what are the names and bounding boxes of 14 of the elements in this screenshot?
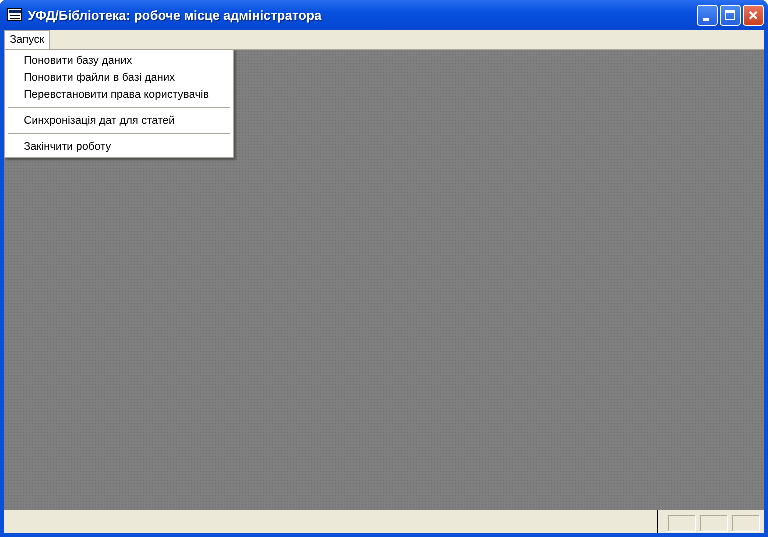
- menu-entry[interactable]: Закінчити роботу: [7, 138, 116, 155]
- close-button[interactable]: [743, 4, 764, 26]
- menu-entry[interactable]: Поновити файли в базі даних: [7, 69, 180, 86]
- menu-entry[interactable]: Поновити базу даних: [7, 52, 136, 69]
- app-icon: [7, 7, 23, 23]
- minimize-button[interactable]: [697, 4, 718, 26]
- maximize-button[interactable]: [720, 4, 741, 26]
- close-icon: [748, 10, 759, 20]
- menu-item[interactable]: Запуск: [4, 30, 50, 49]
- menu-entry[interactable]: Синхронізація дат для статей: [7, 112, 180, 129]
- menu-entry[interactable]: Перевстановити права користувачів: [7, 86, 214, 103]
- minimize-icon: [703, 18, 709, 20]
- window-title: УФД/Бібліотека: робоче місце адміністратора: [28, 8, 323, 22]
- maximize-icon: [725, 10, 736, 20]
